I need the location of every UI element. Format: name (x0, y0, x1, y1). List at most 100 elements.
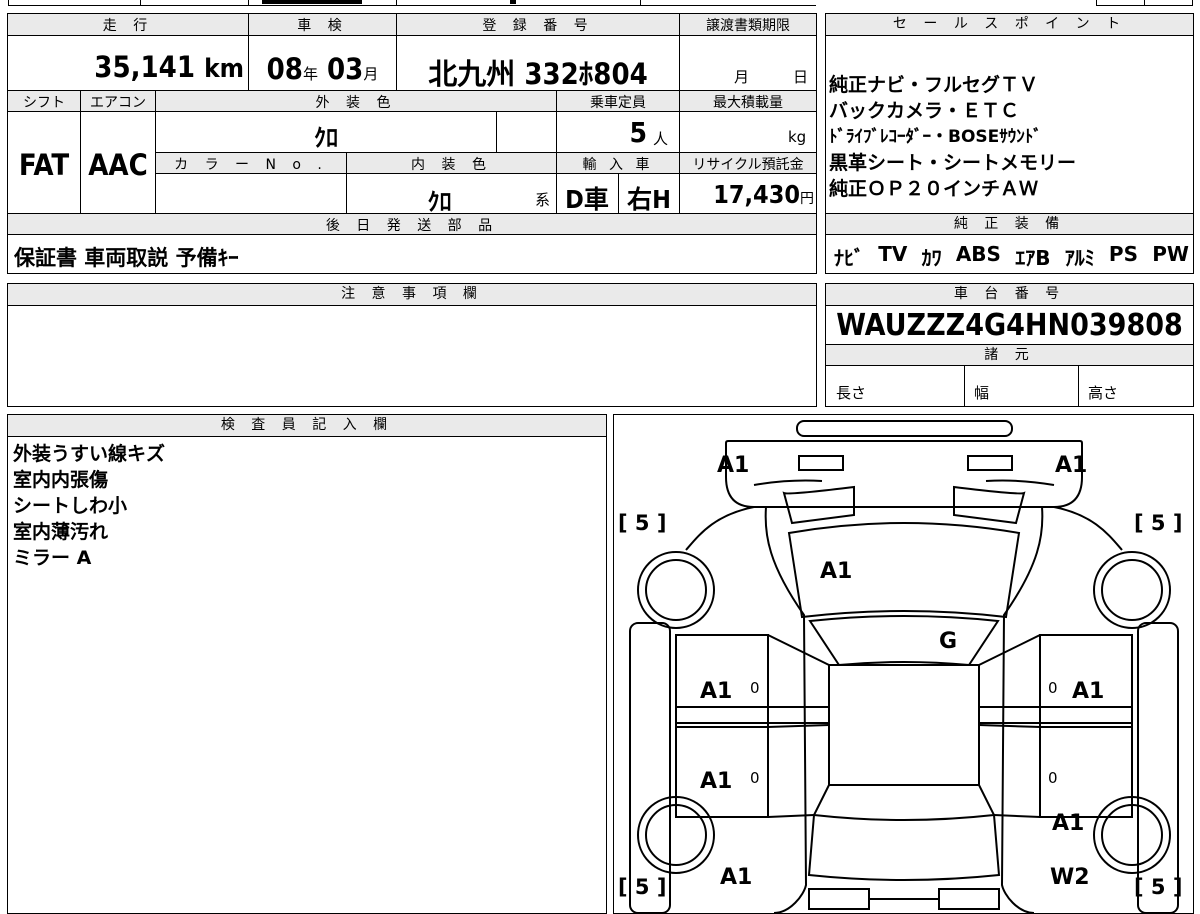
genuine-equipment-header: 純 正 装 備 (826, 213, 1193, 235)
mark-front-right: A1 (1055, 453, 1088, 478)
aircon-value: AAC (88, 148, 148, 182)
car-diagram (629, 420, 1179, 913)
inspector-note: 室内内張傷 (13, 469, 109, 491)
car-body (764, 506, 1044, 913)
recycle-fee: 17,430円 (713, 180, 814, 209)
equipment-item: ｱﾙﾐ (1064, 246, 1095, 270)
aircon-header: エアコン (90, 95, 146, 111)
recycle-header: リサイクル預託金 (692, 157, 804, 173)
car-diagram-box: A1 A1 A1 G A1 0 0 A1 A1 0 0 A1 A1 W2 [ 5… (613, 414, 1194, 914)
later-parts-value: 保証書 車両取説 予備ｷｰ (14, 246, 239, 270)
sales-point-item: バックカメラ・ＥＴＣ (829, 100, 1020, 122)
tire-front-right: [ 5 ] (1134, 511, 1183, 535)
vehicle-info-table: 走 行 車 検 登 録 番 号 譲渡書類期限 35,141 km 08年 03月… (7, 13, 817, 274)
inspector-note: ミラー A (13, 547, 92, 569)
mark-rear-quarter-right: A1 (1052, 811, 1085, 836)
headlight-left (798, 455, 844, 471)
exterior-color-header: 外 装 色 (315, 95, 397, 111)
import-type: D車 (565, 185, 609, 214)
sales-point-box: セ ー ル ス ポ イ ン ト 純正ナビ・フルセグＴＶ バックカメラ・ＥＴＣ ﾄ… (825, 13, 1194, 274)
exterior-color-value: ｸﾛ (314, 124, 338, 152)
equipment-list: ﾅﾋﾞ TV ｶﾜ ABS ｴｱB ｱﾙﾐ PS PW (834, 242, 1189, 271)
sales-point-item: 純正ナビ・フルセグＴＶ (829, 74, 1039, 96)
sales-point-item: 黒革シート・シートメモリー (829, 152, 1077, 174)
deadline-day: 日 (793, 68, 809, 86)
mark-front-left: A1 (717, 453, 750, 478)
windshield (808, 615, 1000, 667)
spec-width: 幅 (974, 384, 990, 402)
front-bumper (725, 440, 1083, 508)
inspection-header: 車 検 (297, 18, 348, 34)
spec-height: 高さ (1088, 384, 1119, 402)
equipment-item: ｶﾜ (921, 246, 942, 270)
capacity-unit: 人 (653, 130, 669, 148)
handle-position: 右H (627, 185, 671, 214)
top-strip (0, 0, 1200, 6)
mark-front-door-left-small: 0 (750, 679, 760, 697)
spec-length: 長さ (836, 384, 867, 402)
roof (828, 664, 980, 786)
wheel-front-right (1093, 551, 1171, 629)
wheel-front-left (637, 551, 715, 629)
mirror-left (629, 622, 671, 913)
mark-windshield: G (939, 629, 958, 654)
mirror-right (1137, 622, 1179, 913)
tire-front-left: [ 5 ] (618, 511, 667, 535)
headlight-right (967, 455, 1013, 471)
specs-header: 諸 元 (826, 344, 1193, 366)
import-header: 輸 入 車 (582, 157, 654, 173)
mark-rear-door-right-small: 0 (1048, 769, 1058, 787)
color-no-header: カ ラ ー N o . (174, 157, 328, 173)
sales-point-item: 純正ＯＰ２０インチＡＷ (829, 178, 1039, 200)
deadline-month: 月 (734, 68, 750, 86)
inspector-note: 外装うすい線キズ (13, 443, 166, 465)
equipment-item: ABS (955, 242, 1001, 266)
shift-value: FAT (18, 148, 70, 182)
equipment-item: TV (878, 242, 908, 266)
mark-front-door-left: A1 (700, 679, 733, 704)
mark-rear-left: A1 (720, 865, 753, 890)
inspector-header: 検 査 員 記 入 欄 (8, 415, 606, 437)
chassis-box: 車 台 番 号 WAUZZZ4G4HN039808 諸 元 長さ 幅 高さ (825, 283, 1194, 407)
inspector-note: シートしわ小 (13, 495, 128, 517)
equipment-item: PS (1108, 242, 1138, 266)
mark-bonnet: A1 (820, 559, 853, 584)
shift-header: シフト (23, 95, 65, 111)
tire-rear-right: [ 5 ] (1134, 875, 1183, 899)
chassis-header: 車 台 番 号 (826, 284, 1193, 306)
inspector-note: 室内薄汚れ (13, 521, 109, 543)
transfer-deadline-header: 譲渡書類期限 (706, 18, 790, 34)
registration-number: 北九州 332ﾎ804 (428, 57, 648, 91)
load-unit: kg (788, 128, 807, 146)
equipment-item: ﾅﾋﾞ (834, 246, 864, 270)
tire-rear-left: [ 5 ] (618, 875, 667, 899)
trunk (807, 814, 1001, 881)
interior-color-header: 内 装 色 (411, 157, 492, 173)
sales-point-list: 純正ナビ・フルセグＴＶ バックカメラ・ＥＴＣ ﾄﾞﾗｲﾌﾞﾚｺｰﾀﾞｰ・BOSE… (829, 72, 1191, 202)
chassis-number: WAUZZZ4G4HN039808 (836, 308, 1183, 343)
notes-box: 注 意 事 項 欄 (7, 283, 817, 407)
interior-suffix: 系 (535, 191, 551, 209)
interior-color-value: ｸﾛ (427, 188, 452, 216)
mark-rear-right: W2 (1050, 865, 1090, 890)
sales-point-header: セ ー ル ス ポ イ ン ト (826, 14, 1193, 36)
equipment-item: ｴｱB (1015, 246, 1051, 270)
equipment-item: PW (1152, 242, 1189, 266)
rear-window (812, 784, 996, 821)
front-emblem (796, 420, 1013, 437)
mileage-value: 35,141 km (94, 50, 244, 84)
mark-rear-door-left-small: 0 (750, 769, 760, 787)
max-load-header: 最大積載量 (713, 95, 783, 111)
registration-header: 登 録 番 号 (482, 18, 594, 34)
capacity-value: 5 (629, 116, 647, 149)
sales-point-item: ﾄﾞﾗｲﾌﾞﾚｺｰﾀﾞｰ・BOSEｻｳﾝﾄﾞ (829, 127, 1042, 147)
notes-header: 注 意 事 項 欄 (8, 284, 816, 306)
mark-front-door-right-small: 0 (1048, 679, 1058, 697)
capacity-header: 乗車定員 (590, 95, 646, 111)
inspector-notes: 外装うすい線キズ 室内内張傷 シートしわ小 室内薄汚れ ミラー A (13, 441, 165, 571)
mileage-header: 走 行 (102, 18, 154, 34)
inspection-value: 08年 03月 (266, 52, 379, 86)
inspector-box: 検 査 員 記 入 欄 外装うすい線キズ 室内内張傷 シートしわ小 室内薄汚れ … (7, 414, 607, 914)
mark-rear-door-left: A1 (700, 769, 733, 794)
later-parts-header: 後 日 発 送 部 品 (325, 218, 499, 234)
